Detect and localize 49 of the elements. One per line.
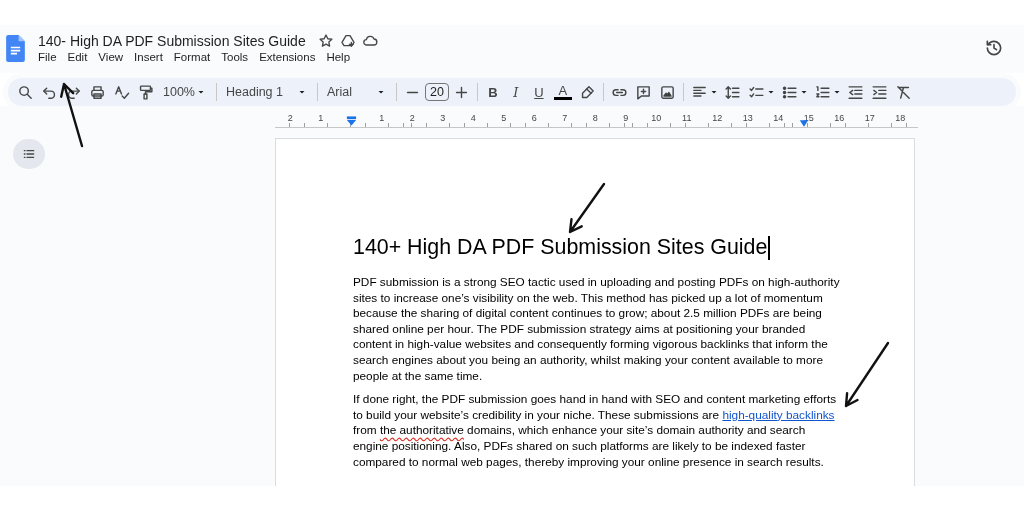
ruler-number: 4 [469, 113, 477, 123]
underline-button[interactable]: U [527, 82, 550, 102]
ruler-number: 2 [408, 113, 416, 123]
menu-item[interactable]: File [38, 51, 63, 63]
text-color-button[interactable]: A [553, 84, 572, 100]
document-title[interactable]: 140- High DA PDF Submission Sites Guide [38, 33, 306, 49]
ruler[interactable]: 2 1 1 2 3 4 5 6 7 8 9 10 11 12 13 14 15 16 17 18 [275, 113, 918, 128]
ruler-number: 18 [894, 113, 907, 123]
outline-button[interactable] [13, 139, 45, 169]
ruler-number: 1 [378, 113, 386, 123]
zoom-dropdown[interactable]: 100% [158, 81, 212, 103]
paragraph: PDF submission is a strong SEO tactic used in uploading and posting PDFs on high-authority sites to increase one’s visibility on the web. This method has picked up a lot of momentum because the sharing of digital content continues to grow; about 2.5 million PDFs are being shared online per hour. The PDF submission strategy aims at positioning your branded content in high-value websites and consequently forming vigorous backlinks that inform the search engines about you being an authority, whilst making your content available to more people at the same time. [353, 275, 841, 385]
ruler-number: 16 [833, 113, 846, 123]
ruler-number: 10 [650, 113, 663, 123]
ruler-number: 6 [530, 113, 538, 123]
menu-item[interactable]: Help [326, 51, 357, 63]
ruler-number: 11 [681, 113, 693, 123]
document-heading: 140+ High DA PDF Submission Sites Guide [353, 235, 768, 260]
ruler-number: 5 [500, 113, 508, 123]
history-icon[interactable] [984, 38, 1004, 58]
menu-item[interactable]: Extensions [259, 51, 322, 63]
drive-add-icon[interactable] [339, 33, 356, 49]
font-dropdown[interactable]: Arial [322, 81, 392, 103]
menu-item[interactable]: Insert [134, 51, 169, 63]
ruler-number: 12 [711, 113, 724, 123]
ruler-number: 3 [439, 113, 447, 123]
menu-item[interactable]: Tools [221, 51, 255, 63]
ruler-number: 1 [317, 113, 325, 123]
ruler-number: 9 [622, 113, 630, 123]
ruler-number: 8 [591, 113, 599, 123]
ruler-number: 13 [741, 113, 754, 123]
menu-item[interactable]: View [98, 51, 130, 63]
indent-marker-icon[interactable] [345, 116, 357, 126]
docs-logo-icon[interactable] [6, 35, 25, 62]
ruler-number: 14 [772, 113, 785, 123]
text-cursor [768, 235, 770, 260]
style-dropdown[interactable]: Heading 1 [221, 81, 313, 103]
ruler-number: 17 [863, 113, 876, 123]
star-icon[interactable] [317, 33, 334, 49]
paragraph: If done right, the PDF submission goes hand in hand with SEO and content marketing efforts to build your website’s credibility in your niche. These submissions are high-quality backlinks from the authoritative domains, which enhance your site’s domain authority and search engine positioning. Also, PDFs shared on such platforms are likely to be indexed faster compared to normal web pages, thereby improving your online presence in search results. [353, 392, 838, 471]
link[interactable]: high-quality backlinks [722, 407, 835, 422]
menu-item[interactable]: Format [173, 51, 217, 63]
ruler-number: 7 [561, 113, 569, 123]
font-size-field[interactable]: 20 [425, 83, 449, 101]
italic-button[interactable]: I [504, 82, 527, 102]
bold-button[interactable]: B [481, 82, 504, 102]
ruler-number: 2 [286, 113, 294, 123]
cloud-icon[interactable] [361, 33, 378, 49]
menu-item[interactable]: Edit [67, 51, 94, 63]
